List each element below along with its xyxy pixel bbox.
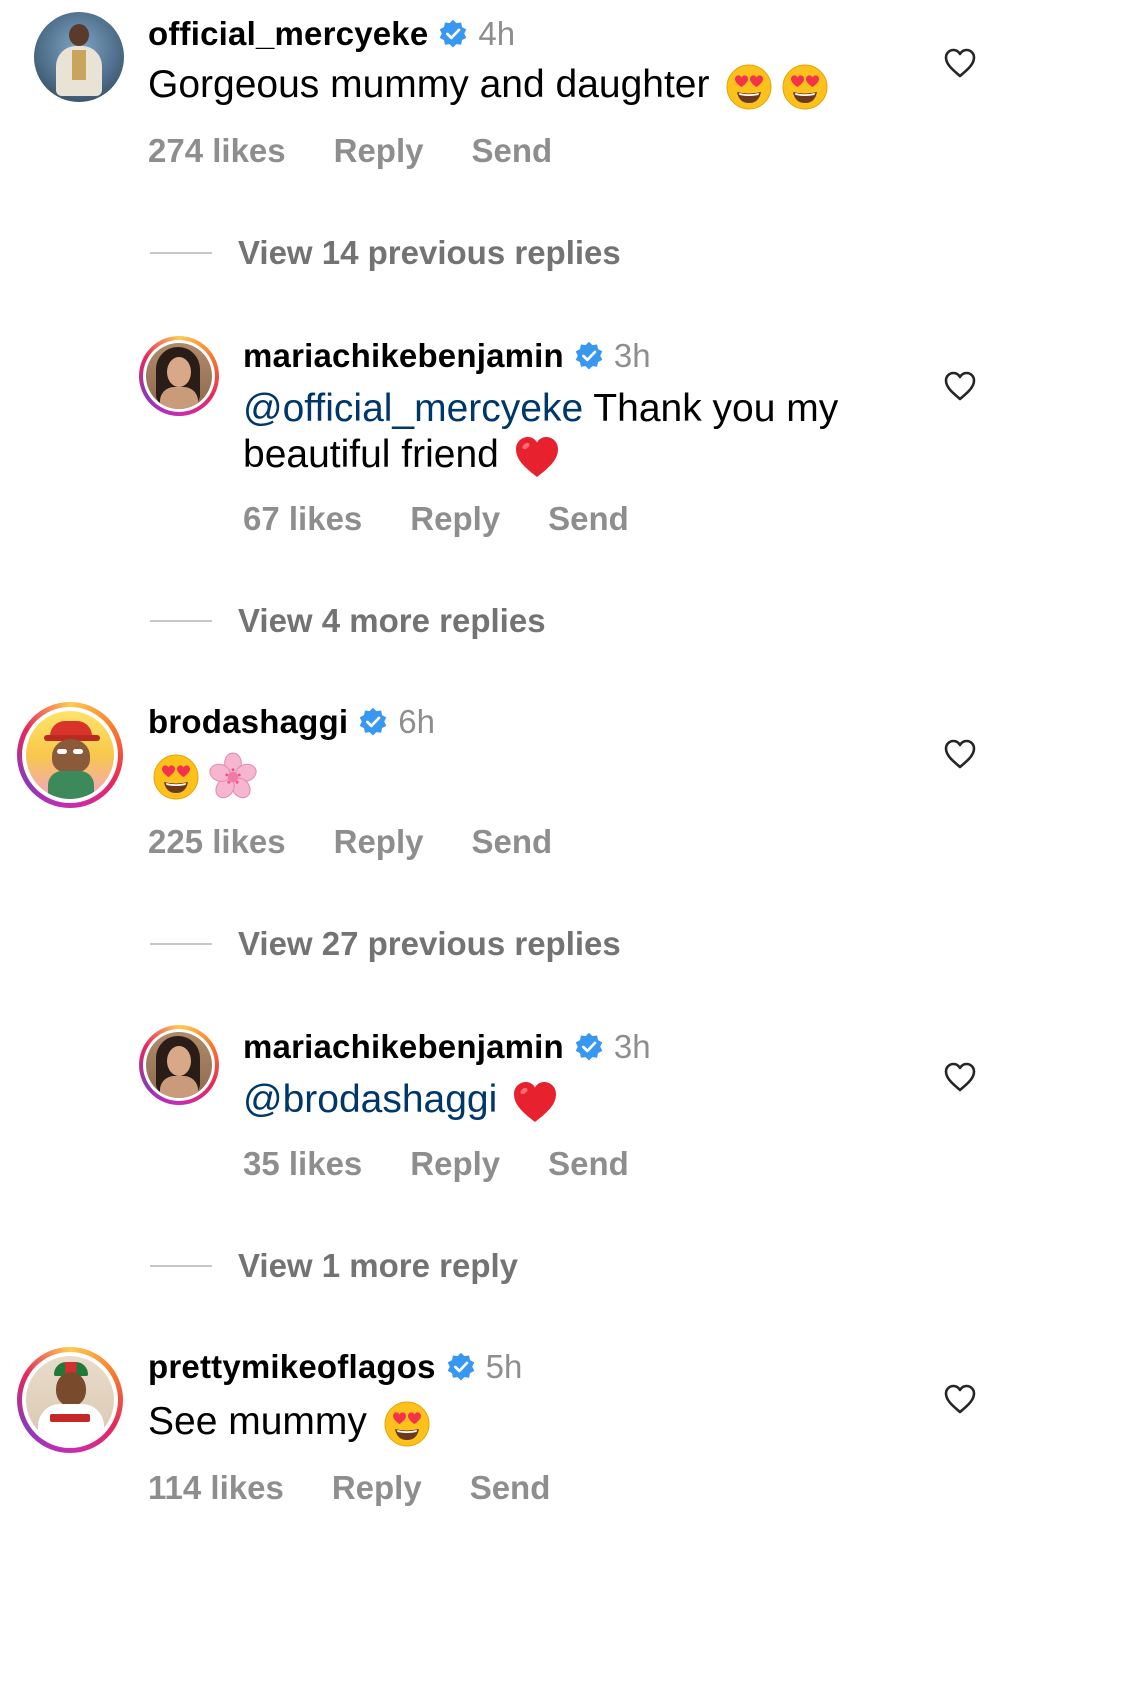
comment-brodashaggi: brodashaggi 6h 225 likes Reply Send [0, 700, 1125, 880]
timestamp: 3h [613, 337, 651, 374]
timestamp: 6h [398, 703, 435, 740]
timestamp: 3h [613, 1028, 651, 1065]
comment-actions: 114 likes Reply Send [148, 1469, 550, 1507]
avatar[interactable] [34, 12, 124, 102]
verified-badge-icon [574, 1032, 604, 1062]
comment-actions: 225 likes Reply Send [148, 823, 552, 861]
reply-text: @official_mercyeke Thank you my beautifu… [243, 386, 923, 481]
heart-outline-icon[interactable] [943, 1060, 977, 1094]
mention-link[interactable]: @brodashaggi [243, 1078, 497, 1121]
mention-link[interactable]: @official_mercyeke [243, 387, 583, 430]
comment-official-mercyeke: official_mercyeke 4h Gorgeous mummy and … [0, 0, 1125, 200]
avatar[interactable] [139, 336, 219, 416]
reply-text: @brodashaggi [243, 1077, 559, 1126]
heart-eyes-emoji [781, 63, 829, 111]
likes-count[interactable]: 274 likes [148, 132, 286, 170]
reply-actions: 67 likes Reply Send [243, 500, 629, 538]
send-button[interactable]: Send [548, 500, 629, 538]
timestamp: 5h [485, 1348, 523, 1385]
reply-button[interactable]: Reply [410, 500, 500, 538]
reply-mariachikebenjamin: mariachikebenjamin 3h @official_mercyeke… [0, 330, 1125, 550]
avatar[interactable] [17, 702, 123, 808]
red-heart-emoji [511, 1078, 559, 1126]
heart-outline-icon[interactable] [943, 369, 977, 403]
cherry-blossom-emoji [208, 752, 258, 802]
comment-text [148, 752, 258, 802]
view-replies-link[interactable]: View 4 more replies [238, 602, 546, 640]
comment-text: See mummy [148, 1399, 431, 1448]
timestamp: 4h [478, 15, 516, 52]
view-replies-link[interactable]: View 27 previous replies [238, 925, 621, 963]
likes-count[interactable]: 225 likes [148, 823, 286, 861]
verified-badge-icon [574, 341, 604, 371]
view-previous-replies[interactable]: View 14 previous replies [0, 228, 1125, 278]
username[interactable]: brodashaggi [148, 703, 348, 741]
verified-badge-icon [438, 19, 468, 49]
heart-eyes-emoji [725, 63, 773, 111]
send-button[interactable]: Send [548, 1145, 629, 1183]
send-button[interactable]: Send [472, 132, 553, 170]
divider-line [150, 620, 212, 622]
heart-eyes-emoji [383, 1400, 431, 1448]
verified-badge-icon [358, 707, 388, 737]
view-replies-link[interactable]: View 14 previous replies [238, 234, 621, 272]
view-more-replies[interactable]: View 1 more reply [0, 1241, 1125, 1291]
divider-line [150, 943, 212, 945]
avatar[interactable] [139, 1025, 219, 1105]
reply-button[interactable]: Reply [410, 1145, 500, 1183]
send-button[interactable]: Send [470, 1469, 551, 1507]
likes-count[interactable]: 114 likes [148, 1469, 284, 1507]
view-previous-replies[interactable]: View 27 previous replies [0, 919, 1125, 969]
heart-outline-icon[interactable] [943, 737, 977, 771]
username[interactable]: mariachikebenjamin [243, 1028, 564, 1066]
heart-outline-icon[interactable] [943, 1382, 977, 1416]
divider-line [150, 1265, 212, 1267]
username[interactable]: official_mercyeke [148, 15, 428, 53]
reply-mariachikebenjamin: mariachikebenjamin 3h @brodashaggi 35 li… [0, 1021, 1125, 1201]
avatar[interactable] [17, 1347, 123, 1453]
send-button[interactable]: Send [472, 823, 553, 861]
comment-text: Gorgeous mummy and daughter [148, 62, 829, 111]
view-more-replies[interactable]: View 4 more replies [0, 596, 1125, 646]
comment-prettymikeoflagos: prettymikeoflagos 5h See mummy 114 likes… [0, 1345, 1125, 1535]
likes-count[interactable]: 67 likes [243, 500, 362, 538]
view-replies-link[interactable]: View 1 more reply [238, 1247, 518, 1285]
reply-button[interactable]: Reply [334, 823, 424, 861]
divider-line [150, 252, 212, 254]
comment-actions: 274 likes Reply Send [148, 132, 552, 170]
username[interactable]: mariachikebenjamin [243, 337, 564, 375]
red-heart-emoji [513, 433, 561, 481]
heart-eyes-emoji [152, 753, 200, 801]
username[interactable]: prettymikeoflagos [148, 1348, 436, 1386]
reply-button[interactable]: Reply [334, 132, 424, 170]
reply-button[interactable]: Reply [332, 1469, 422, 1507]
reply-actions: 35 likes Reply Send [243, 1145, 629, 1183]
likes-count[interactable]: 35 likes [243, 1145, 362, 1183]
heart-outline-icon[interactable] [943, 46, 977, 80]
verified-badge-icon [446, 1352, 476, 1382]
